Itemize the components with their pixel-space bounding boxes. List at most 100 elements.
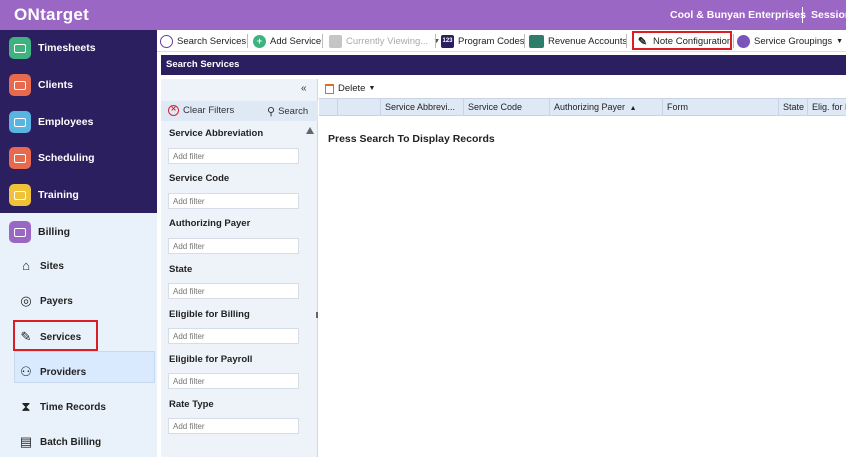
empty-state-message: Press Search To Display Records — [328, 133, 495, 145]
program-codes-button[interactable]: 123 Program Codes — [441, 33, 525, 49]
sidebar-subitem-batch-billing[interactable]: ▤ Batch Billing — [18, 431, 101, 453]
filter-label: Rate Type — [169, 399, 214, 410]
filter-label: Service Abbreviation — [169, 128, 264, 139]
service-code-filter-input[interactable] — [168, 193, 299, 209]
eligible-billing-filter-input[interactable] — [168, 328, 299, 344]
toolbar-divider — [524, 34, 525, 48]
search-icon — [160, 34, 173, 48]
filter-label: Authorizing Payer — [169, 218, 251, 229]
plus-icon: + — [253, 34, 266, 48]
state-filter-input[interactable] — [168, 283, 299, 299]
timesheets-icon — [9, 37, 31, 59]
filter-label: Eligible for Payroll — [169, 354, 253, 365]
sidebar-item-label: Training — [38, 189, 79, 201]
providers-icon: ⚇ — [20, 364, 32, 379]
column-header-label: Authorizing Payer — [554, 102, 626, 112]
trash-icon — [325, 83, 334, 94]
sidebar-subitem-label: Providers — [40, 366, 87, 378]
program-codes-icon: 123 — [441, 34, 454, 48]
delete-label: Delete — [338, 83, 366, 94]
sidebar-item-clients[interactable]: Clients — [9, 73, 73, 97]
sidebar-subitem-label: Batch Billing — [40, 436, 102, 448]
column-header[interactable]: Elig. for Bi — [807, 99, 846, 115]
eligible-payroll-filter-input[interactable] — [168, 373, 299, 389]
results-grid: Delete ▼ Service Abbrevi... Service Code… — [319, 79, 846, 457]
sidebar-item-employees[interactable]: Employees — [9, 110, 93, 134]
clear-filters-button[interactable]: ✕ Clear Filters — [168, 105, 234, 116]
services-callout-box — [13, 320, 98, 351]
sidebar-subitem-label: Sites — [40, 260, 64, 272]
select-column-header[interactable] — [319, 99, 337, 115]
employees-icon — [9, 111, 31, 133]
filter-panel-header: ✕ Clear Filters ⚲ Search — [161, 101, 318, 121]
clear-icon: ✕ — [168, 105, 179, 116]
filter-search-button[interactable]: ⚲ Search — [267, 105, 308, 118]
viewing-icon — [329, 34, 342, 48]
money-icon — [529, 34, 544, 48]
column-header[interactable]: Service Abbrevi... — [380, 99, 463, 115]
column-header-sorted[interactable]: Authorizing Payer ▲ — [549, 99, 662, 115]
sidebar-subitem-providers[interactable]: ⚇ Providers — [18, 361, 86, 383]
toolbar: Search Services + Add Service Currently … — [157, 30, 846, 52]
batch-billing-icon: ▤ — [19, 434, 33, 449]
sidebar-item-label: Billing — [38, 226, 71, 238]
panel-scroll-up-icon[interactable] — [306, 127, 314, 134]
sidebar-subitem-label: Time Records — [40, 401, 106, 413]
search-services-button[interactable]: Search Services — [160, 33, 246, 49]
grid-header: Service Abbrevi... Service Code Authoriz… — [319, 98, 846, 116]
sidebar: Timesheets Clients Employees Scheduling … — [0, 30, 157, 457]
app-logo[interactable]: ONtarget — [14, 5, 89, 25]
panel-splitter[interactable] — [316, 312, 318, 318]
training-icon — [9, 184, 31, 206]
sidebar-item-billing[interactable]: Billing — [9, 220, 70, 244]
company-name[interactable]: Cool & Bunyan Enterprises — [670, 9, 806, 21]
service-groupings-dropdown[interactable]: Service Groupings ▼ — [737, 33, 843, 49]
sidebar-item-label: Scheduling — [38, 152, 95, 164]
sidebar-subitem-label: Payers — [40, 295, 73, 307]
sites-icon: ⌂ — [22, 258, 30, 273]
authorizing-payer-filter-input[interactable] — [168, 238, 299, 254]
sidebar-item-training[interactable]: Training — [9, 183, 79, 207]
add-service-label: Add Service — [270, 35, 322, 47]
sidebar-item-label: Employees — [38, 116, 94, 128]
sidebar-item-timesheets[interactable]: Timesheets — [9, 36, 96, 60]
sidebar-subitem-time-records[interactable]: ⧗ Time Records — [18, 396, 106, 418]
column-header-blank[interactable] — [337, 99, 380, 115]
sidebar-item-label: Clients — [38, 79, 74, 91]
sidebar-subitem-payers[interactable]: ◎ Payers — [18, 290, 73, 312]
column-header[interactable]: State — [778, 99, 807, 115]
panel-title: Search Services — [161, 55, 846, 75]
rate-type-filter-input[interactable] — [168, 418, 299, 434]
service-groupings-label: Service Groupings — [754, 35, 833, 47]
add-service-button[interactable]: + Add Service — [253, 33, 321, 49]
search-services-label: Search Services — [177, 35, 247, 47]
collapse-panel-icon[interactable]: « — [301, 83, 307, 94]
clients-icon — [9, 74, 31, 96]
chevron-down-icon: ▼ — [836, 37, 844, 45]
time-records-icon: ⧗ — [21, 399, 31, 414]
session-menu[interactable]: Session — [811, 9, 846, 21]
column-header[interactable]: Service Code — [463, 99, 549, 115]
top-bar: ONtarget Cool & Bunyan Enterprises Sessi… — [0, 0, 846, 30]
sidebar-item-scheduling[interactable]: Scheduling — [9, 146, 95, 170]
groupings-icon — [737, 34, 750, 48]
chevron-down-icon: ▼ — [368, 85, 376, 92]
column-header[interactable]: Form — [662, 99, 778, 115]
filter-panel: « ✕ Clear Filters ⚲ Search Service Abbre… — [161, 79, 318, 457]
sidebar-item-label: Timesheets — [38, 42, 96, 54]
program-codes-label: Program Codes — [458, 35, 525, 47]
sidebar-subitem-sites[interactable]: ⌂ Sites — [18, 255, 64, 277]
filter-label: Eligible for Billing — [169, 309, 250, 320]
filter-label: State — [169, 264, 193, 275]
filter-search-label: Search — [278, 106, 309, 117]
clear-filters-label: Clear Filters — [183, 105, 235, 116]
revenue-accounts-button[interactable]: Revenue Accounts — [529, 33, 627, 49]
service-abbreviation-filter-input[interactable] — [168, 148, 299, 164]
billing-icon — [9, 221, 31, 243]
payers-icon: ◎ — [20, 293, 32, 308]
delete-button[interactable]: Delete ▼ — [325, 83, 375, 94]
currently-viewing-dropdown[interactable]: Currently Viewing... ▼ — [329, 33, 440, 49]
search-icon: ⚲ — [267, 106, 276, 118]
toolbar-divider — [322, 34, 323, 48]
currently-viewing-label: Currently Viewing... — [346, 35, 429, 47]
